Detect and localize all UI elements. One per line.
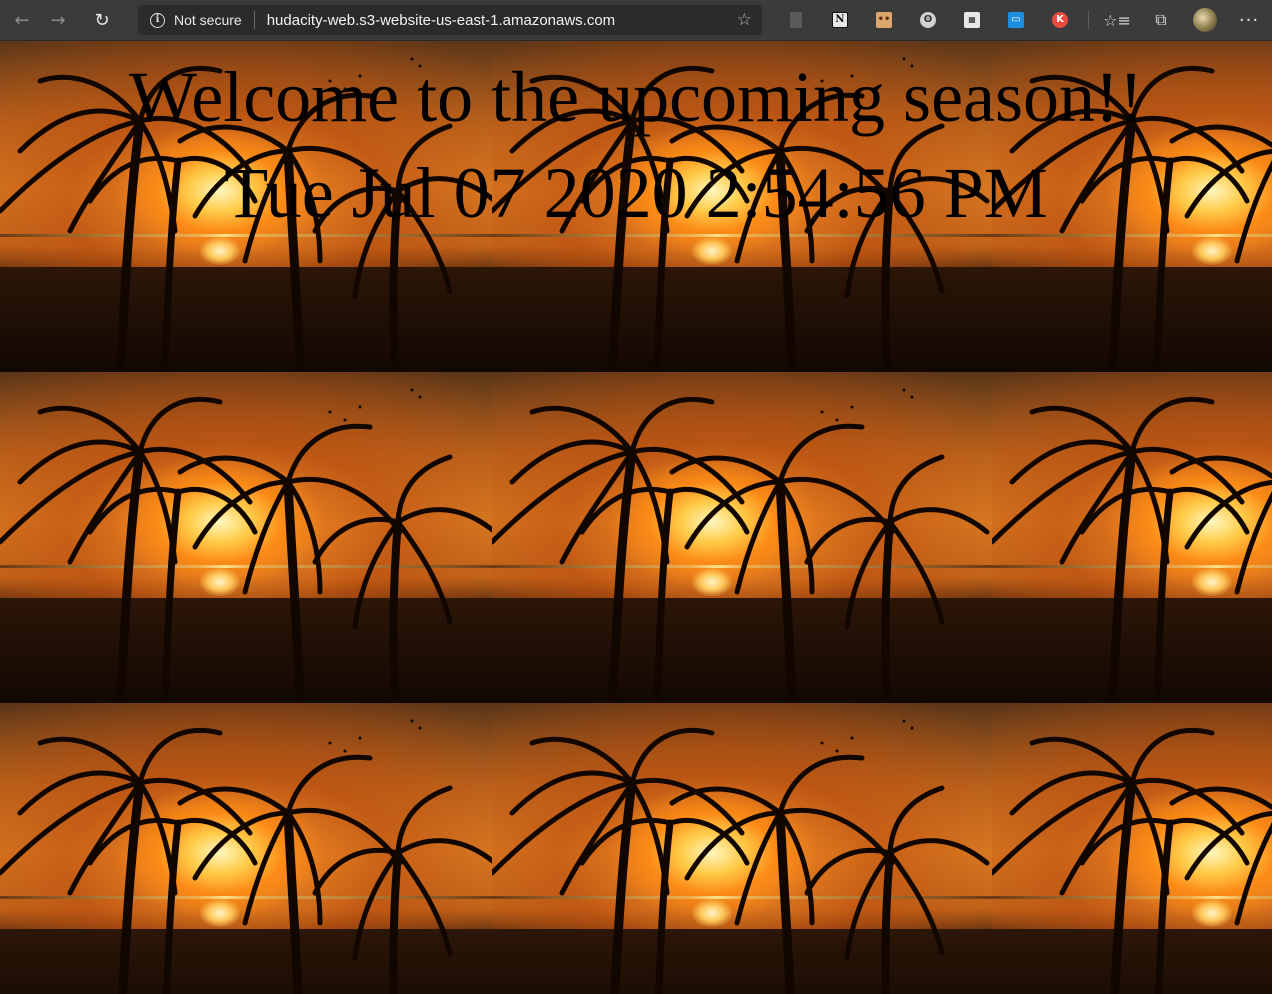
- face-extension-icon: ••: [876, 12, 892, 28]
- toolbar-divider: [1088, 11, 1089, 29]
- forward-arrow-icon: →: [50, 9, 66, 31]
- more-dots-icon: ···: [1238, 9, 1260, 31]
- favorites-list-icon: ☆≡: [1103, 10, 1131, 30]
- sunset-tile: [992, 372, 1272, 703]
- favorite-star-icon[interactable]: ☆: [737, 10, 752, 30]
- qr-extension-icon: ▦: [964, 12, 980, 28]
- profile-button[interactable]: [1183, 5, 1227, 35]
- back-arrow-icon: ←: [14, 9, 30, 31]
- office-extension-button[interactable]: [774, 5, 818, 35]
- reload-button[interactable]: ↻: [84, 5, 120, 35]
- notion-extension-button[interactable]: N: [818, 5, 862, 35]
- security-status-label[interactable]: Not secure: [174, 12, 242, 28]
- browser-toolbar: ← → ↻ i Not secure hudacity-web.s3-websi…: [0, 0, 1272, 41]
- face-extension-button[interactable]: ••: [862, 5, 906, 35]
- reload-icon: ↻: [94, 9, 110, 31]
- k-extension-icon: K: [1052, 12, 1068, 28]
- sunset-tile: [992, 703, 1272, 994]
- favorites-button[interactable]: ☆≡: [1095, 5, 1139, 35]
- collections-icon: ⧉: [1155, 10, 1167, 29]
- extensions-bar: N •• ʘ ▦ ▭ K ☆≡ ⧉ ···: [774, 5, 1271, 35]
- address-bar[interactable]: i Not secure hudacity-web.s3-website-us-…: [138, 5, 762, 35]
- blue-extension-icon: ▭: [1008, 12, 1024, 28]
- info-icon[interactable]: i: [150, 12, 165, 28]
- page-datetime: Tue Jul 07 2020 2:54:56 PM: [224, 153, 1048, 233]
- more-menu-button[interactable]: ···: [1227, 5, 1271, 35]
- page-content: Welcome to the upcoming season!! Tue Jul…: [0, 49, 1272, 241]
- page-heading: Welcome to the upcoming season!!: [129, 57, 1143, 137]
- collections-button[interactable]: ⧉: [1139, 5, 1183, 35]
- sunset-tile: [0, 703, 500, 994]
- forward-button[interactable]: →: [40, 5, 76, 35]
- k-extension-button[interactable]: K: [1038, 5, 1082, 35]
- sunset-tile: [492, 703, 992, 994]
- avatar: [1193, 8, 1217, 32]
- sunset-tile: [492, 372, 992, 703]
- qr-extension-button[interactable]: ▦: [950, 5, 994, 35]
- page-viewport: Welcome to the upcoming season!! Tue Jul…: [0, 41, 1272, 994]
- back-button[interactable]: ←: [4, 5, 40, 35]
- url-input[interactable]: hudacity-web.s3-website-us-east-1.amazon…: [267, 12, 737, 29]
- notion-extension-icon: N: [832, 12, 848, 28]
- office-extension-icon: [790, 12, 802, 28]
- ghost-extension-button[interactable]: ʘ: [906, 5, 950, 35]
- blue-extension-button[interactable]: ▭: [994, 5, 1038, 35]
- ghost-extension-icon: ʘ: [920, 12, 936, 28]
- sunset-tile: [0, 372, 500, 703]
- address-divider: [253, 11, 255, 29]
